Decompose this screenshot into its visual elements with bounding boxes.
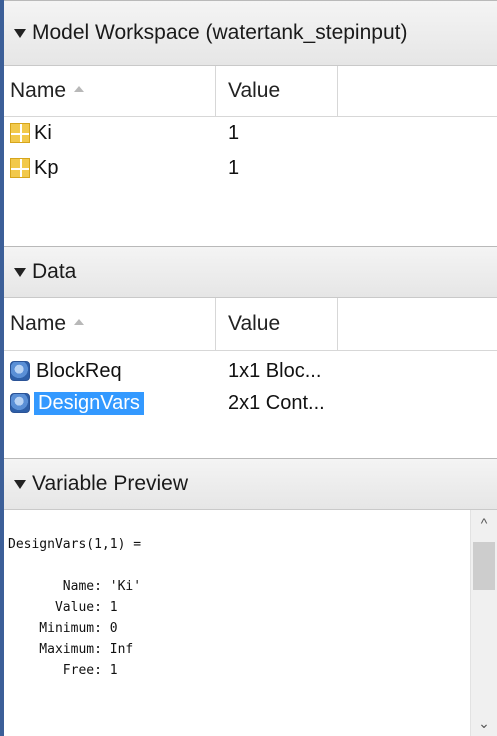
collapse-triangle-icon[interactable]: [14, 28, 26, 38]
value-column-label: Value: [228, 79, 281, 102]
sort-ascending-icon: [74, 86, 85, 92]
empty-column-header: [338, 66, 497, 116]
variable-value: 2x1 Cont...: [228, 391, 325, 414]
scroll-down-icon[interactable]: ⌄: [471, 710, 497, 736]
model-workspace-column-header: Name Value: [4, 66, 497, 117]
variable-name: Kp: [34, 156, 59, 179]
name-column-label: Name: [10, 79, 67, 102]
vertical-scrollbar[interactable]: ^ ⌄: [470, 510, 497, 736]
value-column-label: Value: [228, 312, 281, 335]
list-item[interactable]: Ki 1: [4, 120, 497, 146]
variable-value: 1: [228, 121, 240, 144]
name-column-header[interactable]: Name: [4, 298, 216, 350]
data-title: Data: [32, 260, 77, 283]
model-workspace-title: Model Workspace (watertank_stepinput): [32, 21, 408, 44]
list-item[interactable]: BlockReq 1x1 Bloc...: [4, 358, 497, 384]
object-icon: [10, 361, 30, 381]
name-column-label: Name: [10, 312, 67, 335]
sort-ascending-icon: [74, 319, 85, 325]
scroll-thumb[interactable]: [473, 542, 495, 590]
variable-preview-text: DesignVars(1,1) = Name: 'Ki' Value: 1 Mi…: [8, 537, 142, 678]
name-column-header[interactable]: Name: [4, 66, 216, 116]
value-column-header[interactable]: Value: [216, 298, 338, 350]
variable-preview-content: DesignVars(1,1) = Name: 'Ki' Value: 1 Mi…: [4, 510, 497, 736]
variable-name: Ki: [34, 121, 52, 144]
matrix-icon: [10, 158, 30, 178]
object-icon: [10, 393, 30, 413]
variable-preview-title: Variable Preview: [32, 472, 189, 495]
variable-name: DesignVars: [34, 391, 144, 415]
model-workspace-header[interactable]: Model Workspace (watertank_stepinput): [4, 0, 497, 66]
list-item[interactable]: Kp 1: [4, 155, 497, 181]
value-column-header[interactable]: Value: [216, 66, 338, 116]
variable-name: BlockReq: [36, 359, 122, 382]
collapse-triangle-icon[interactable]: [14, 479, 26, 489]
data-column-header: Name Value: [4, 298, 497, 351]
scroll-up-icon[interactable]: ^: [471, 510, 497, 536]
variable-value: 1x1 Bloc...: [228, 359, 322, 382]
data-header[interactable]: Data: [4, 246, 497, 298]
collapse-triangle-icon[interactable]: [14, 267, 26, 277]
matrix-icon: [10, 123, 30, 143]
variable-preview-header[interactable]: Variable Preview: [4, 458, 497, 510]
list-item-selected[interactable]: DesignVars 2x1 Cont...: [4, 390, 497, 416]
empty-column-header: [338, 298, 497, 350]
variable-value: 1: [228, 156, 240, 179]
